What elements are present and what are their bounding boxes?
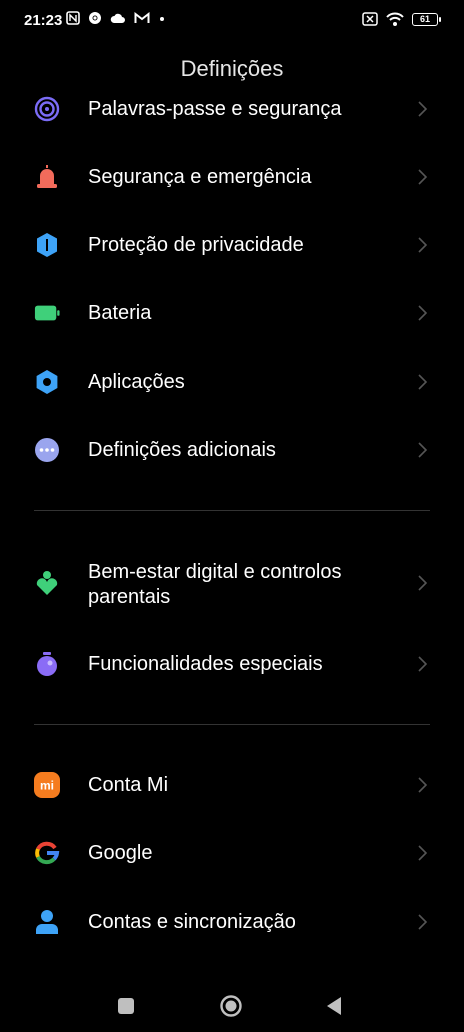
- back-icon[interactable]: [326, 996, 342, 1016]
- menu-item-label: Proteção de privacidade: [88, 233, 304, 256]
- navigation-bar: [0, 976, 464, 1032]
- chevron-right-icon: [418, 237, 428, 253]
- special-features-icon: [34, 651, 60, 677]
- chevron-right-icon: [418, 777, 428, 793]
- chevron-right-icon: [418, 169, 428, 185]
- menu-item-label: Conta Mi: [88, 773, 169, 796]
- menu-item-label-line1: Bem-estar digital e controlos: [88, 561, 342, 583]
- cloud-icon: [110, 13, 125, 23]
- menu-item-google[interactable]: Google: [0, 823, 464, 883]
- menu-item-mi-account[interactable]: mi Conta Mi: [0, 755, 464, 815]
- menu-item-label: Palavras-passe e segurança: [88, 97, 342, 120]
- divider: [34, 510, 430, 511]
- menu-item-label: Bateria: [88, 301, 152, 324]
- menu-item-label: Google: [88, 841, 153, 864]
- more-icon: [34, 437, 60, 463]
- menu-item-label: Bem-estar digital e controlos parentais: [88, 560, 341, 610]
- system-icons: 61: [362, 12, 441, 26]
- menu-item-additional-settings[interactable]: Definições adicionais: [0, 420, 464, 480]
- alarm-icon: [34, 164, 60, 190]
- menu-item-label: Segurança e emergência: [88, 165, 312, 188]
- menu-item-safety-emergency[interactable]: Segurança e emergência: [0, 147, 464, 207]
- chrome-icon: [89, 12, 101, 24]
- dot-icon: [160, 17, 164, 21]
- chevron-right-icon: [418, 305, 428, 321]
- menu-item-battery[interactable]: Bateria: [0, 283, 464, 343]
- menu-item-label-line2: parentais: [88, 586, 171, 608]
- chevron-right-icon: [418, 374, 428, 390]
- chevron-right-icon: [418, 442, 428, 458]
- menu-item-label: Funcionalidades especiais: [88, 652, 323, 675]
- menu-item-privacy-protection[interactable]: Proteção de privacidade: [0, 215, 464, 275]
- gear-icon: [34, 369, 60, 395]
- menu-item-label: Contas e sincronização: [88, 910, 296, 933]
- svg-text:mi: mi: [40, 779, 54, 793]
- battery-icon: 61: [412, 12, 441, 26]
- wifi-icon: [386, 12, 404, 26]
- wellbeing-icon: [34, 570, 60, 596]
- menu-item-special-features[interactable]: Funcionalidades especiais: [0, 634, 464, 694]
- chevron-right-icon: [418, 914, 428, 930]
- menu-item-label: Definições adicionais: [88, 438, 276, 461]
- gmail-icon: [134, 12, 150, 23]
- chevron-right-icon: [418, 845, 428, 861]
- chevron-right-icon: [418, 656, 428, 672]
- status-bar: 21:23 61: [0, 0, 464, 44]
- status-time: 21:23: [24, 12, 63, 29]
- menu-item-digital-wellbeing[interactable]: Bem-estar digital e controlos parentais: [0, 553, 464, 613]
- privacy-shield-icon: [34, 232, 60, 258]
- chevron-right-icon: [418, 575, 428, 591]
- mi-icon: mi: [34, 772, 60, 798]
- nfc-icon: [66, 11, 80, 25]
- divider: [34, 724, 430, 725]
- battery-icon: [34, 300, 60, 326]
- chevron-right-icon: [418, 101, 428, 117]
- account-icon: [34, 909, 60, 935]
- menu-item-label: Aplicações: [88, 370, 185, 393]
- sim-off-icon: [362, 12, 378, 26]
- menu-item-passwords-security[interactable]: Palavras-passe e segurança: [0, 79, 464, 139]
- battery-level: 61: [419, 14, 430, 24]
- notification-icons: [66, 11, 166, 25]
- google-icon: [34, 840, 60, 866]
- home-icon[interactable]: [220, 995, 242, 1017]
- recent-apps-icon[interactable]: [118, 998, 134, 1014]
- menu-item-accounts-sync[interactable]: Contas e sincronização: [0, 892, 464, 952]
- menu-item-apps[interactable]: Aplicações: [0, 352, 464, 412]
- fingerprint-icon: [34, 96, 60, 122]
